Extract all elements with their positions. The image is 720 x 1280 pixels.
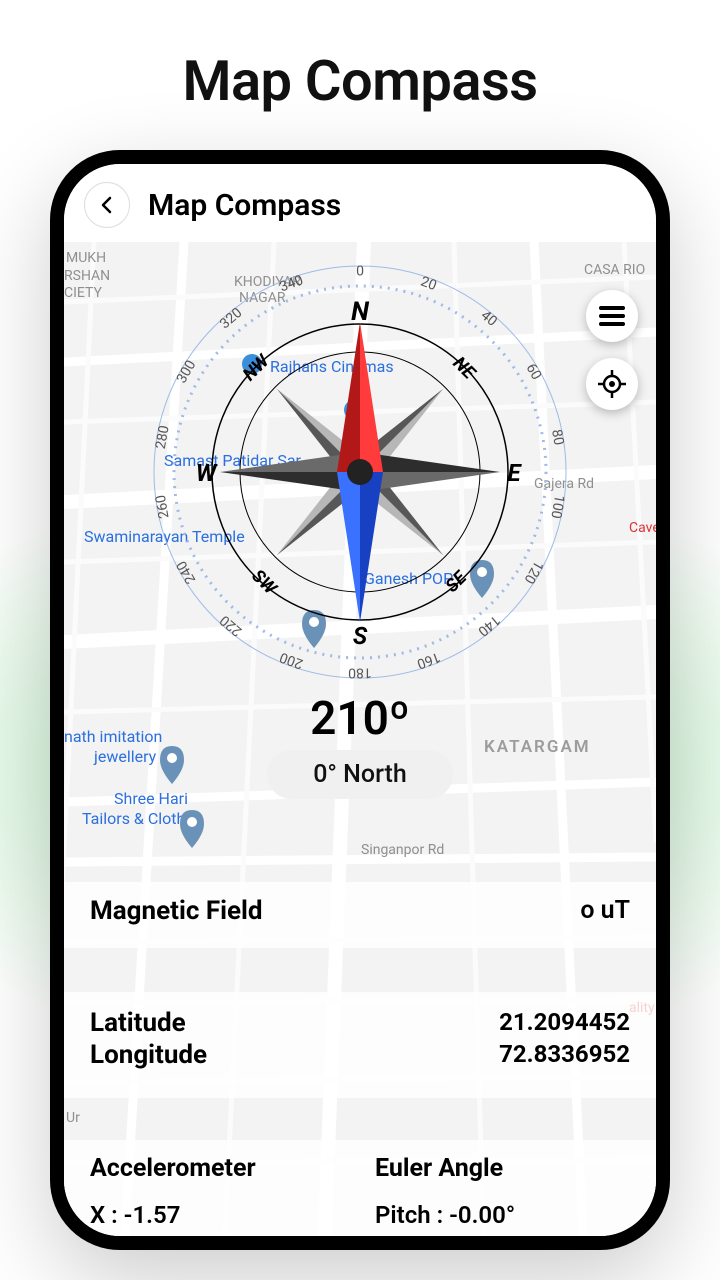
svg-text:40: 40 bbox=[478, 307, 500, 329]
compass-dial: 0 20 40 60 80 100 120 140 160 180 200 220 240 260 280 3… bbox=[140, 252, 580, 692]
svg-text:200: 200 bbox=[278, 649, 306, 672]
back-button[interactable] bbox=[84, 182, 130, 228]
map-menu-button[interactable] bbox=[586, 290, 638, 342]
svg-text:120: 120 bbox=[521, 558, 547, 587]
crosshair-icon bbox=[597, 369, 627, 399]
locate-me-button[interactable] bbox=[586, 358, 638, 410]
svg-text:300: 300 bbox=[174, 358, 200, 387]
chevron-left-icon bbox=[97, 195, 117, 215]
svg-text:60: 60 bbox=[523, 361, 545, 383]
phone-frame: Map Compass bbox=[50, 150, 670, 1250]
svg-text:CASA RIO: CASA RIO bbox=[584, 262, 645, 278]
svg-text:MUKH: MUKH bbox=[66, 250, 106, 266]
north-direction-pill[interactable]: 0° North bbox=[267, 750, 453, 799]
svg-text:0: 0 bbox=[356, 264, 364, 280]
euler-pitch: Pitch : -0.00° bbox=[375, 1201, 630, 1229]
latitude-label: Latitude bbox=[90, 1008, 186, 1038]
longitude-value: 72.8336952 bbox=[499, 1040, 630, 1068]
svg-text:Cave: Cave bbox=[629, 520, 656, 536]
svg-text:Ur: Ur bbox=[66, 1110, 80, 1126]
svg-text:Singanpor Rd: Singanpor Rd bbox=[361, 842, 444, 858]
location-panel: Latitude 21.2094452 Longitude 72.8336952 bbox=[64, 992, 656, 1098]
svg-text:S: S bbox=[353, 622, 368, 650]
svg-text:280: 280 bbox=[153, 424, 173, 450]
svg-text:100: 100 bbox=[547, 494, 567, 520]
promo-title: Map Compass bbox=[0, 0, 720, 132]
app-title: Map Compass bbox=[148, 188, 341, 223]
svg-text:140: 140 bbox=[475, 612, 503, 640]
svg-text:80: 80 bbox=[548, 428, 567, 446]
svg-text:20: 20 bbox=[418, 274, 438, 294]
longitude-label: Longitude bbox=[90, 1040, 207, 1070]
svg-text:340: 340 bbox=[278, 272, 306, 295]
svg-text:W: W bbox=[196, 459, 218, 487]
svg-text:180: 180 bbox=[348, 664, 372, 680]
euler-label: Euler Angle bbox=[375, 1154, 630, 1183]
heading-degrees: 210º bbox=[64, 692, 656, 746]
accelerometer-x: X : -1.57 bbox=[90, 1201, 345, 1229]
hamburger-icon bbox=[599, 305, 625, 327]
svg-text:220: 220 bbox=[217, 612, 245, 640]
map-view[interactable]: KHODIYAR NAGAR CASA RIO MUKH RSHAN CIETY… bbox=[64, 242, 656, 1250]
svg-text:160: 160 bbox=[415, 649, 443, 672]
app-header: Map Compass bbox=[64, 164, 656, 242]
svg-text:240: 240 bbox=[174, 558, 200, 587]
svg-text:CIETY: CIETY bbox=[64, 285, 102, 301]
latitude-value: 21.2094452 bbox=[499, 1008, 630, 1036]
magnetic-label: Magnetic Field bbox=[90, 896, 263, 926]
sensors-panel: Accelerometer X : -1.57 Euler Angle Pitc… bbox=[64, 1140, 656, 1250]
svg-text:260: 260 bbox=[153, 494, 173, 520]
magnetic-field-panel: Magnetic Field o uT bbox=[64, 882, 656, 948]
magnetic-value: o uT bbox=[580, 896, 630, 925]
svg-text:320: 320 bbox=[217, 305, 245, 333]
svg-text:N: N bbox=[351, 297, 370, 327]
svg-text:RSHAN: RSHAN bbox=[64, 268, 110, 284]
accelerometer-label: Accelerometer bbox=[90, 1154, 345, 1183]
svg-text:E: E bbox=[507, 459, 522, 487]
